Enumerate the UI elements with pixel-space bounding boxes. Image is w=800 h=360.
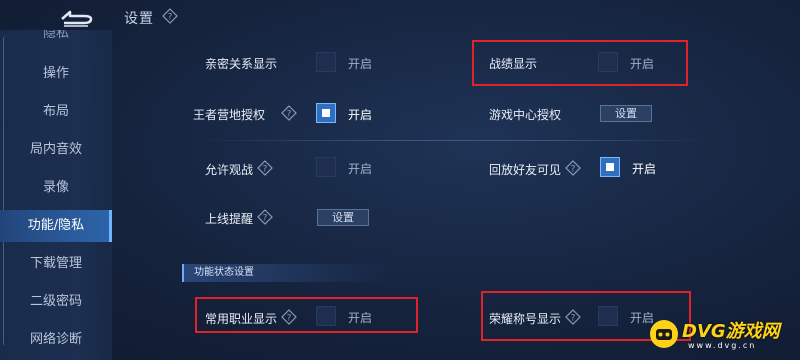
help-icon[interactable]: ? [162, 8, 178, 24]
intimacy-toggle[interactable] [316, 52, 336, 72]
intimacy-toggle-text: 开启 [348, 57, 373, 71]
watermark-text: DVG游戏网 [682, 321, 780, 342]
record-toggle-text: 开启 [630, 57, 655, 71]
sidebar-item-download[interactable]: 下载管理 [0, 248, 112, 280]
svg-text:?: ? [263, 214, 268, 224]
game-center-settings-button[interactable]: 设置 [600, 105, 652, 122]
sidebar-item-privacy[interactable]: 功能/隐私 [0, 210, 112, 242]
svg-text:?: ? [287, 314, 292, 324]
help-icon[interactable]: ? [281, 309, 297, 325]
help-icon[interactable]: ? [257, 160, 273, 176]
sidebar-item-password[interactable]: 二级密码 [0, 286, 112, 318]
honor-title-toggle[interactable] [598, 306, 618, 326]
watermark-subtext: www.dvg.cn [688, 341, 757, 350]
page-title: 设置 [124, 11, 154, 27]
sidebar-item-sound[interactable]: 局内音效 [0, 134, 112, 166]
record-label: 战绩显示 [489, 57, 538, 71]
replay-friends-label: 回放好友可见 [489, 163, 562, 177]
svg-text:?: ? [287, 110, 292, 120]
svg-text:?: ? [168, 13, 173, 23]
help-icon[interactable]: ? [257, 209, 273, 225]
common-role-toggle[interactable] [316, 306, 336, 326]
sidebar-item-replay[interactable]: 录像 [0, 172, 112, 204]
online-remind-settings-button[interactable]: 设置 [317, 209, 369, 226]
sidebar-item-label: 操作 [42, 66, 69, 81]
allow-spectate-toggle[interactable] [316, 157, 336, 177]
sidebar-item-label: 网络诊断 [29, 332, 82, 347]
help-icon[interactable]: ? [281, 105, 297, 121]
camp-auth-toggle[interactable] [316, 103, 336, 123]
svg-text:?: ? [263, 165, 268, 175]
svg-text:?: ? [571, 165, 576, 175]
sidebar-item-label: 功能/隐私 [27, 218, 85, 233]
divider [190, 140, 710, 141]
allow-spectate-toggle-text: 开启 [348, 162, 373, 176]
svg-text:?: ? [571, 314, 576, 324]
online-remind-label: 上线提醒 [205, 212, 254, 226]
camp-auth-label: 王者营地授权 [193, 108, 266, 122]
intimacy-label: 亲密关系显示 [205, 57, 278, 71]
common-role-toggle-text: 开启 [348, 311, 373, 325]
sidebar-item-label: 布局 [42, 104, 69, 119]
allow-spectate-label: 允许观战 [205, 163, 254, 177]
sidebar-item-label: 二级密码 [29, 294, 82, 309]
watermark-logo: DVG游戏网 www.dvg.cn [648, 316, 798, 360]
sidebar-item-label: 局内音效 [29, 142, 82, 157]
help-icon[interactable]: ? [565, 160, 581, 176]
camp-auth-toggle-text: 开启 [348, 108, 373, 122]
sidebar-item-operation[interactable]: 操作 [0, 58, 112, 90]
record-toggle[interactable] [598, 52, 618, 72]
sidebar-item-layout[interactable]: 布局 [0, 96, 112, 128]
help-icon[interactable]: ? [565, 309, 581, 325]
back-icon[interactable] [58, 8, 98, 30]
header: 设置 ? [0, 0, 800, 38]
game-center-auth-label: 游戏中心授权 [489, 108, 562, 122]
watermark-icon [650, 320, 678, 348]
sidebar-item-label: 录像 [42, 180, 69, 195]
section-title: 功能状态设置 [182, 264, 392, 282]
sidebar-item-cut[interactable]: 隐私 [0, 30, 112, 42]
honor-title-label: 荣耀称号显示 [489, 312, 562, 326]
replay-friends-toggle-text: 开启 [632, 162, 657, 176]
replay-friends-toggle[interactable] [600, 157, 620, 177]
sidebar-item-network[interactable]: 网络诊断 [0, 324, 112, 356]
common-role-label: 常用职业显示 [205, 312, 278, 326]
sidebar-item-label: 下载管理 [29, 256, 82, 271]
